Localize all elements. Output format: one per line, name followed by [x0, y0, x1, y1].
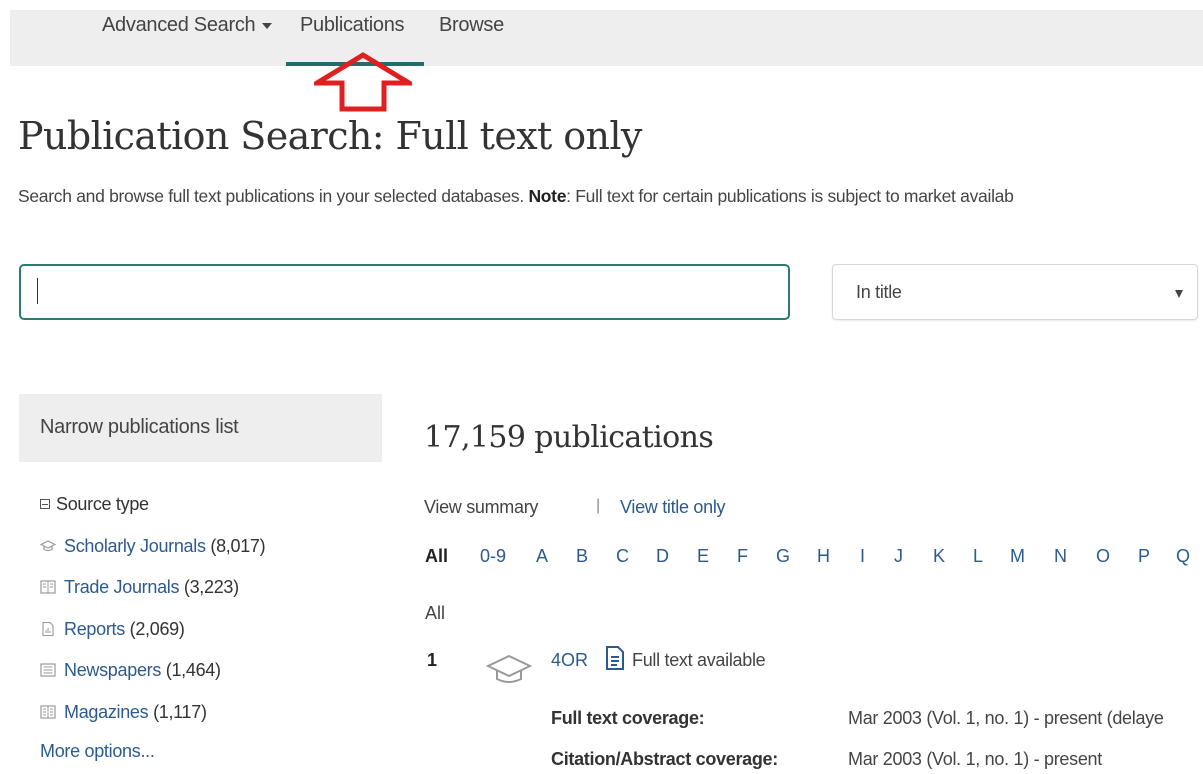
citation-coverage-label: Citation/Abstract coverage: — [551, 749, 778, 769]
magazine-icon — [40, 705, 56, 719]
subtitle-text: Search and browse full text publications… — [18, 186, 529, 206]
search-scope-value: In title — [856, 282, 902, 302]
graduation-cap-icon — [486, 654, 532, 683]
subtitle-note-label: Note — [528, 186, 567, 206]
alpha-filter-m[interactable]: M — [1010, 546, 1025, 567]
search-scope-select[interactable]: In title — [832, 264, 1198, 320]
alpha-filter-a[interactable]: A — [536, 546, 548, 567]
facet-item-count: (3,223) — [183, 577, 239, 597]
alpha-filter-0-9[interactable]: 0-9 — [480, 546, 506, 567]
facet-item-label: Magazines — [64, 702, 149, 722]
report-icon — [42, 622, 54, 636]
result-number: 1 — [427, 650, 438, 670]
nav-advanced-search-label: Advanced Search — [102, 14, 256, 36]
facet-item-label: Reports — [64, 619, 125, 639]
newspaper-icon — [40, 663, 56, 677]
alpha-filter-c[interactable]: C — [616, 546, 629, 567]
collapse-icon[interactable] — [40, 499, 50, 509]
alpha-filter-i[interactable]: I — [860, 546, 865, 567]
nav-advanced-search[interactable]: Advanced Search — [102, 14, 273, 37]
full-text-available-label: Full text available — [632, 650, 766, 670]
alpha-filter-b[interactable]: B — [576, 546, 588, 567]
section-label: All — [425, 603, 446, 623]
nav-browse[interactable]: Browse — [439, 14, 504, 37]
facet-item-count: (2,069) — [129, 619, 185, 639]
sidebar-header: Narrow publications list — [19, 394, 382, 462]
facet-item-scholarly-journals[interactable]: Scholarly Journals (8,017) — [40, 536, 266, 557]
publication-title-link[interactable]: 4OR — [551, 650, 588, 671]
publication-count: 17,159 publications — [424, 420, 714, 455]
alpha-filter-d[interactable]: D — [656, 546, 669, 567]
view-separator: | — [596, 497, 601, 514]
alpha-filter-h[interactable]: H — [817, 546, 830, 567]
search-input[interactable] — [19, 264, 790, 320]
facet-source-type[interactable]: Source type — [40, 494, 149, 515]
nav-publications[interactable]: Publications — [300, 14, 405, 37]
alpha-filter-n[interactable]: N — [1054, 546, 1067, 567]
citation-coverage-value: Mar 2003 (Vol. 1, no. 1) - present — [848, 749, 1102, 769]
dropdown-arrow-icon — [1175, 290, 1183, 298]
facet-item-reports[interactable]: Reports (2,069) — [40, 619, 185, 640]
alpha-filter-g[interactable]: G — [776, 546, 790, 567]
facet-item-magazines[interactable]: Magazines (1,117) — [40, 702, 207, 723]
facet-item-trade-journals[interactable]: Trade Journals (3,223) — [40, 577, 239, 598]
facet-item-label: Newspapers — [64, 660, 162, 680]
full-text-document-icon[interactable] — [604, 645, 626, 671]
graduation-cap-icon — [40, 540, 56, 552]
alpha-filter-all[interactable]: All — [425, 546, 448, 567]
facet-item-newspapers[interactable]: Newspapers (1,464) — [40, 660, 221, 681]
up-arrow-icon — [314, 52, 412, 112]
more-options-link[interactable]: More options... — [40, 741, 155, 762]
facet-item-label: Scholarly Journals — [64, 536, 206, 556]
alpha-filter-l[interactable]: L — [973, 546, 983, 567]
view-summary-link[interactable]: View summary — [424, 497, 538, 518]
facet-item-count: (1,464) — [165, 660, 221, 680]
subtitle-note-text: : Full text for certain publications is … — [566, 186, 1014, 206]
facet-item-count: (1,117) — [153, 702, 207, 722]
alpha-filter-e[interactable]: E — [697, 546, 709, 567]
alpha-filter-o[interactable]: O — [1096, 546, 1110, 567]
caret-down-icon — [262, 22, 273, 29]
alpha-filter-k[interactable]: K — [933, 546, 945, 567]
trade-journal-icon — [40, 580, 56, 594]
page-subtitle: Search and browse full text publications… — [18, 186, 1014, 207]
alpha-filter-p[interactable]: P — [1138, 546, 1150, 567]
view-title-only-link[interactable]: View title only — [620, 497, 726, 518]
facet-title-label: Source type — [56, 494, 149, 514]
page-title: Publication Search: Full text only — [18, 114, 642, 158]
full-text-coverage-value: Mar 2003 (Vol. 1, no. 1) - present (dela… — [848, 708, 1164, 728]
facet-item-count: (8,017) — [210, 536, 266, 556]
text-cursor — [37, 278, 38, 304]
facet-item-label: Trade Journals — [64, 577, 180, 597]
alpha-filter-q[interactable]: Q — [1176, 546, 1190, 567]
alpha-filter-j[interactable]: J — [894, 546, 903, 567]
sidebar-header-label: Narrow publications list — [40, 416, 239, 438]
full-text-coverage-label: Full text coverage: — [551, 708, 705, 728]
alpha-filter-f[interactable]: F — [737, 546, 748, 567]
